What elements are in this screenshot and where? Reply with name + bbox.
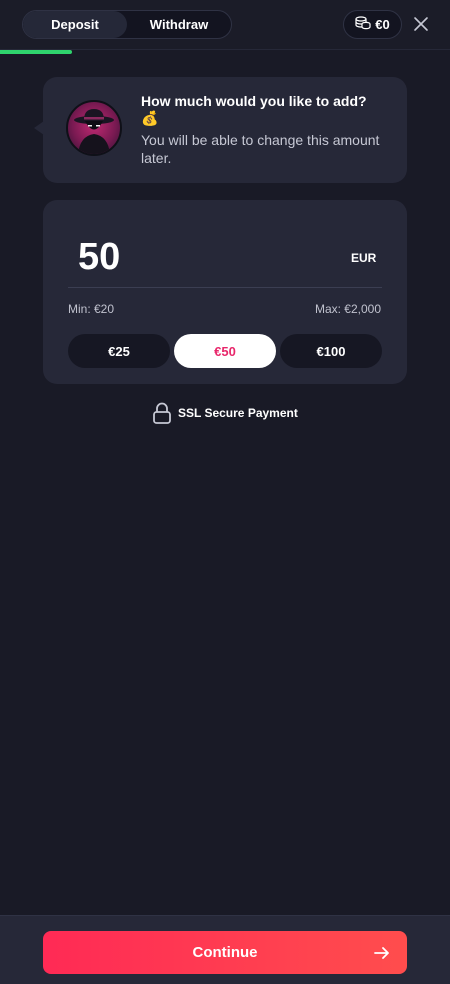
balance-amount: €0 <box>375 17 390 32</box>
preset-50-button[interactable]: €50 <box>174 334 276 368</box>
tab-withdraw[interactable]: Withdraw <box>127 11 231 38</box>
preset-100-button[interactable]: €100 <box>280 334 382 368</box>
min-limit: Min: €20 <box>68 302 115 316</box>
prompt-subtitle: You will be able to change this amount l… <box>141 132 380 166</box>
lock-icon <box>153 402 171 424</box>
close-icon <box>414 17 428 31</box>
avatar <box>66 100 122 156</box>
amount-divider <box>68 287 382 288</box>
continue-label: Continue <box>192 944 258 961</box>
currency-label: EUR <box>351 251 377 265</box>
secure-payment-note: SSL Secure Payment <box>152 402 298 424</box>
bubble-tail <box>34 121 44 135</box>
top-bar: Deposit Withdraw €0 <box>0 0 450 50</box>
progress-bar <box>0 50 450 54</box>
spy-avatar-icon <box>74 109 114 154</box>
deposit-withdraw-tabs: Deposit Withdraw <box>22 10 232 39</box>
amount-input[interactable]: 50 <box>78 236 120 279</box>
continue-button[interactable]: Continue <box>43 931 407 974</box>
max-limit: Max: €2,000 <box>314 302 381 316</box>
close-button[interactable] <box>410 13 432 35</box>
preset-25-button[interactable]: €25 <box>68 334 170 368</box>
tab-deposit[interactable]: Deposit <box>23 11 127 38</box>
prompt-title: How much would you like to add? 💰 <box>141 93 367 126</box>
secure-payment-label: SSL Secure Payment <box>178 406 298 420</box>
progress-fill <box>0 50 72 54</box>
balance-badge[interactable]: €0 <box>343 10 402 39</box>
coins-icon <box>355 16 371 33</box>
arrow-right-icon <box>374 947 389 959</box>
